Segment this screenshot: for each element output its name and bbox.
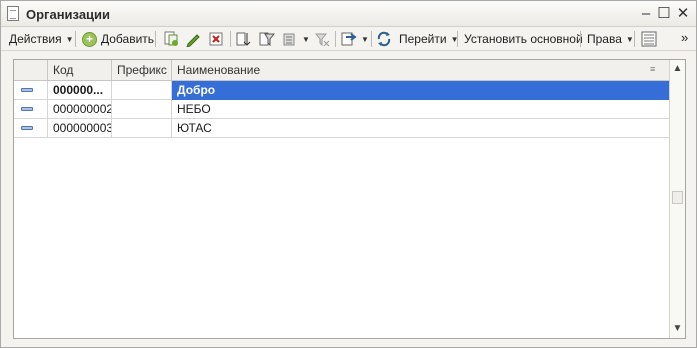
refresh-button[interactable] [376,29,392,49]
code-column-header[interactable]: Код [48,60,112,81]
structure-button[interactable]: ▼ [341,29,369,49]
toolbar: Действия ▼ + Добавить ▼ ▼ Перейти ▼ Уста… [1,27,696,51]
sort-indicator-icon: ≡ [650,64,656,74]
toolbar-separator [580,31,581,47]
code-cell[interactable]: 000000... [48,81,112,100]
more-icon: » [681,29,689,45]
organizations-window: Организации – ☐ ✕ Действия▼ + Добавить [0,0,697,348]
structure-icon [341,31,357,47]
refresh-icon [376,31,392,47]
name-cell[interactable]: ЮТАС [172,119,670,138]
goto-label: Перейти [399,32,447,46]
delete-icon [208,31,224,47]
code-cell[interactable]: 000000002 [48,100,112,119]
close-button[interactable]: ✕ [674,5,692,22]
row-marker-icon [21,107,33,111]
prefix-column-header[interactable]: Префикс [112,60,172,81]
scroll-down-button[interactable]: ▼ [670,320,685,338]
row-marker-cell [14,100,48,119]
toolbar-separator [335,31,336,47]
clear-filter-icon [314,31,330,47]
goto-menu[interactable]: Перейти ▼ [399,29,458,49]
chevron-down-icon: ▼ [625,34,634,44]
table-grid: Код Префикс Наименование ≡ 000000... Доб… [14,60,670,339]
rights-menu[interactable]: Права ▼ [587,29,634,49]
add-label: Добавить [101,32,155,46]
name-cell[interactable]: Добро [172,81,670,100]
scroll-thumb[interactable] [672,191,683,204]
toolbar-separator [371,31,372,47]
filter-button[interactable] [259,29,276,49]
delete-button[interactable] [208,29,224,49]
pencil-icon [185,31,201,48]
list-filter-icon [282,31,298,47]
row-marker-icon [21,88,33,92]
row-marker-icon [21,126,33,130]
table-header: Код Префикс Наименование ≡ [14,60,670,81]
table-row[interactable]: 000000002 НЕБО [14,100,670,119]
filter-icon [259,31,276,47]
vertical-scrollbar[interactable]: ▲ ▼ [669,60,685,338]
marker-column-header [14,60,48,81]
window-title: Организации [26,7,111,22]
code-cell[interactable]: 000000003 [48,119,112,138]
chevron-down-icon: ▼ [302,34,310,44]
sort-button[interactable] [236,29,252,49]
minimize-button[interactable]: – [637,5,655,22]
title-bar: Организации – ☐ ✕ [1,1,696,27]
maximize-button[interactable]: ☐ [655,5,673,22]
row-marker-cell [14,81,48,100]
organizations-table: Код Префикс Наименование ≡ 000000... Доб… [13,59,686,339]
columns-icon [641,31,657,47]
toolbar-separator [75,31,76,47]
table-row[interactable]: 000000... Добро [14,81,670,100]
name-column-header[interactable]: Наименование [172,60,670,81]
rights-label: Права [587,32,622,46]
row-marker-cell [14,119,48,138]
sort-icon [236,31,252,47]
name-cell[interactable]: НЕБО [172,100,670,119]
toolbar-separator [155,31,156,47]
actions-label: Действия [9,32,62,46]
add-icon: + [82,31,97,47]
copy-icon [163,31,179,47]
clear-filter-button[interactable] [314,29,330,49]
toolbar-separator [457,31,458,47]
toolbar-separator [634,31,635,47]
chevron-down-icon: ▼ [65,34,74,44]
prefix-cell[interactable] [112,119,172,138]
scroll-up-button[interactable]: ▲ [670,60,685,78]
prefix-cell[interactable] [112,100,172,119]
set-main-label: Установить основной [464,32,583,46]
table-row[interactable]: 000000003 ЮТАС [14,119,670,138]
chevron-down-icon: ▼ [361,34,369,44]
document-icon [7,6,19,21]
add-button[interactable]: + Добавить [82,29,154,49]
toolbar-separator [230,31,231,47]
set-main-button[interactable]: Установить основной [464,29,583,49]
prefix-cell[interactable] [112,81,172,100]
copy-button[interactable] [163,29,179,49]
columns-button[interactable] [641,29,657,49]
filter-list-button[interactable]: ▼ [282,29,310,49]
edit-button[interactable] [185,29,201,49]
toolbar-more-button[interactable]: » [681,27,688,47]
actions-menu[interactable]: Действия ▼ [9,29,74,49]
